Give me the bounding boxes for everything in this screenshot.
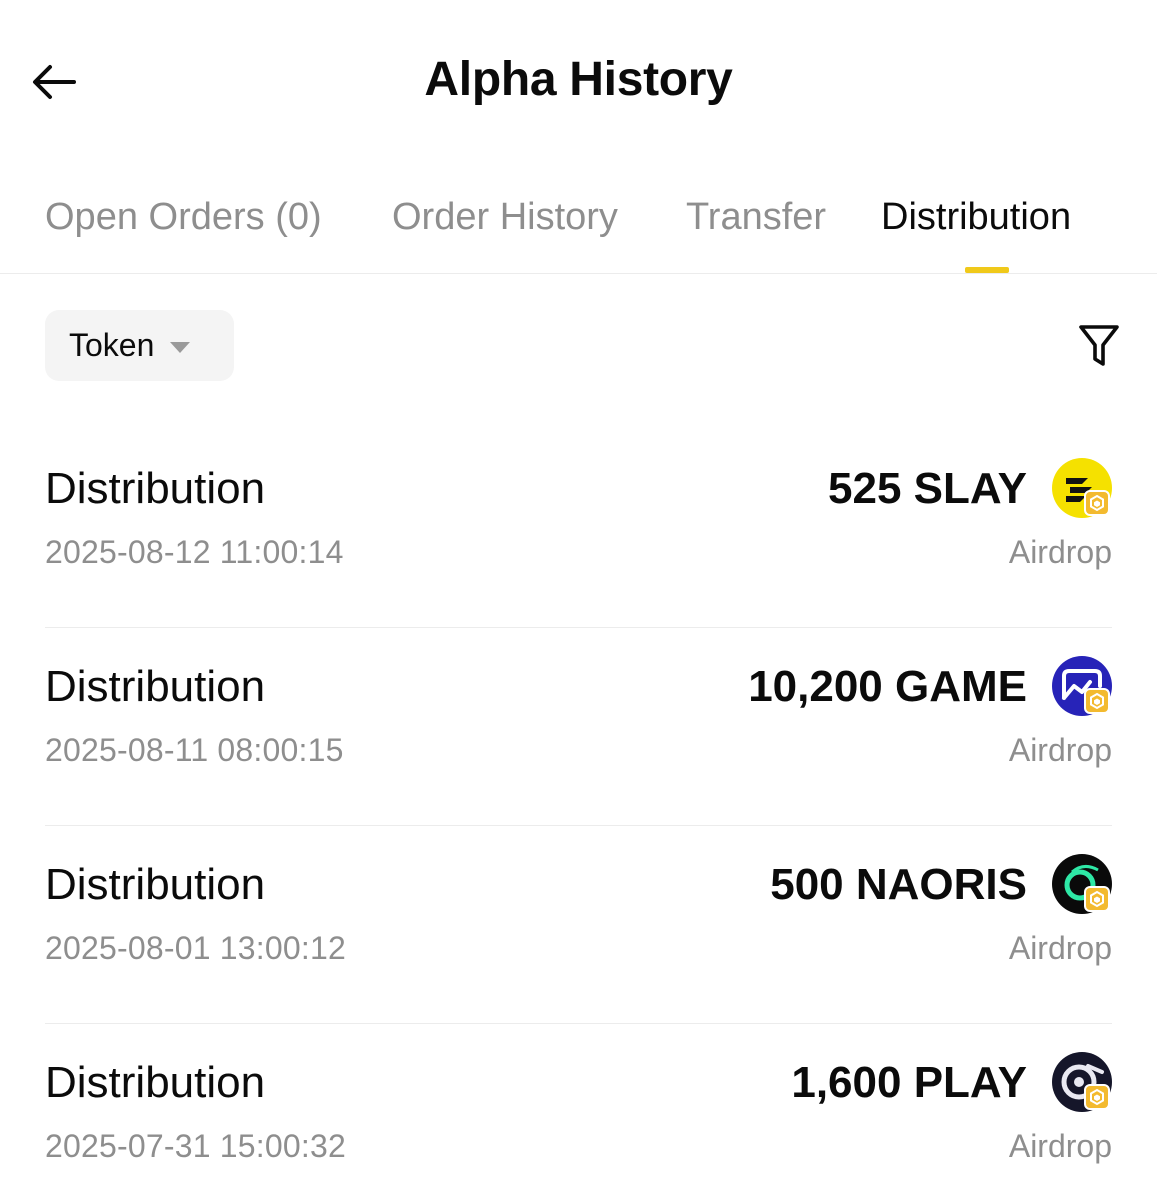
list-item[interactable]: Distribution 2025-08-12 11:00:14 525 SLA… xyxy=(45,430,1112,628)
funnel-icon xyxy=(1079,325,1119,366)
row-date: 2025-08-12 11:00:14 xyxy=(45,534,344,570)
row-date: 2025-08-01 13:00:12 xyxy=(45,930,346,966)
row-date: 2025-08-11 08:00:15 xyxy=(45,732,344,768)
tab-order-history[interactable]: Order History xyxy=(392,196,618,239)
play-token-icon xyxy=(1052,1052,1112,1112)
row-type: Distribution xyxy=(45,860,266,909)
filter-row: Token xyxy=(0,310,1157,382)
row-amount: 525 SLAY xyxy=(828,464,1027,513)
slay-token-icon xyxy=(1052,458,1112,518)
game-token-icon xyxy=(1052,656,1112,716)
token-dropdown[interactable]: Token xyxy=(45,310,234,381)
tab-bar: Open Orders (0) Order History Transfer D… xyxy=(0,190,1157,274)
row-type: Distribution xyxy=(45,662,266,711)
page-title: Alpha History xyxy=(424,53,733,106)
filter-button[interactable] xyxy=(1071,318,1127,374)
row-type: Distribution xyxy=(45,1058,266,1107)
list-item[interactable]: Distribution 2025-08-01 13:00:12 500 NAO… xyxy=(45,826,1112,1024)
tab-transfer[interactable]: Transfer xyxy=(686,196,826,239)
row-amount: 1,600 PLAY xyxy=(791,1058,1027,1107)
tab-open-orders[interactable]: Open Orders (0) xyxy=(45,196,322,239)
row-kind: Airdrop xyxy=(1008,732,1112,768)
row-amount: 500 NAORIS xyxy=(770,860,1027,909)
active-tab-indicator xyxy=(965,267,1009,273)
caret-down-icon xyxy=(170,341,191,353)
token-dropdown-label: Token xyxy=(69,327,155,363)
naoris-token-icon xyxy=(1052,854,1112,914)
list-item[interactable]: Distribution 2025-07-31 15:00:32 1,600 P… xyxy=(45,1024,1112,1200)
row-amount: 10,200 GAME xyxy=(748,662,1027,711)
row-kind: Airdrop xyxy=(1008,930,1112,966)
row-type: Distribution xyxy=(45,464,266,513)
row-kind: Airdrop xyxy=(1008,534,1112,570)
list-item[interactable]: Distribution 2025-08-11 08:00:15 10,200 … xyxy=(45,628,1112,826)
row-kind: Airdrop xyxy=(1008,1128,1112,1164)
tab-distribution[interactable]: Distribution xyxy=(881,196,1071,239)
header: Alpha History xyxy=(0,0,1157,160)
distribution-list: Distribution 2025-08-12 11:00:14 525 SLA… xyxy=(45,430,1112,1200)
row-date: 2025-07-31 15:00:32 xyxy=(45,1128,346,1164)
